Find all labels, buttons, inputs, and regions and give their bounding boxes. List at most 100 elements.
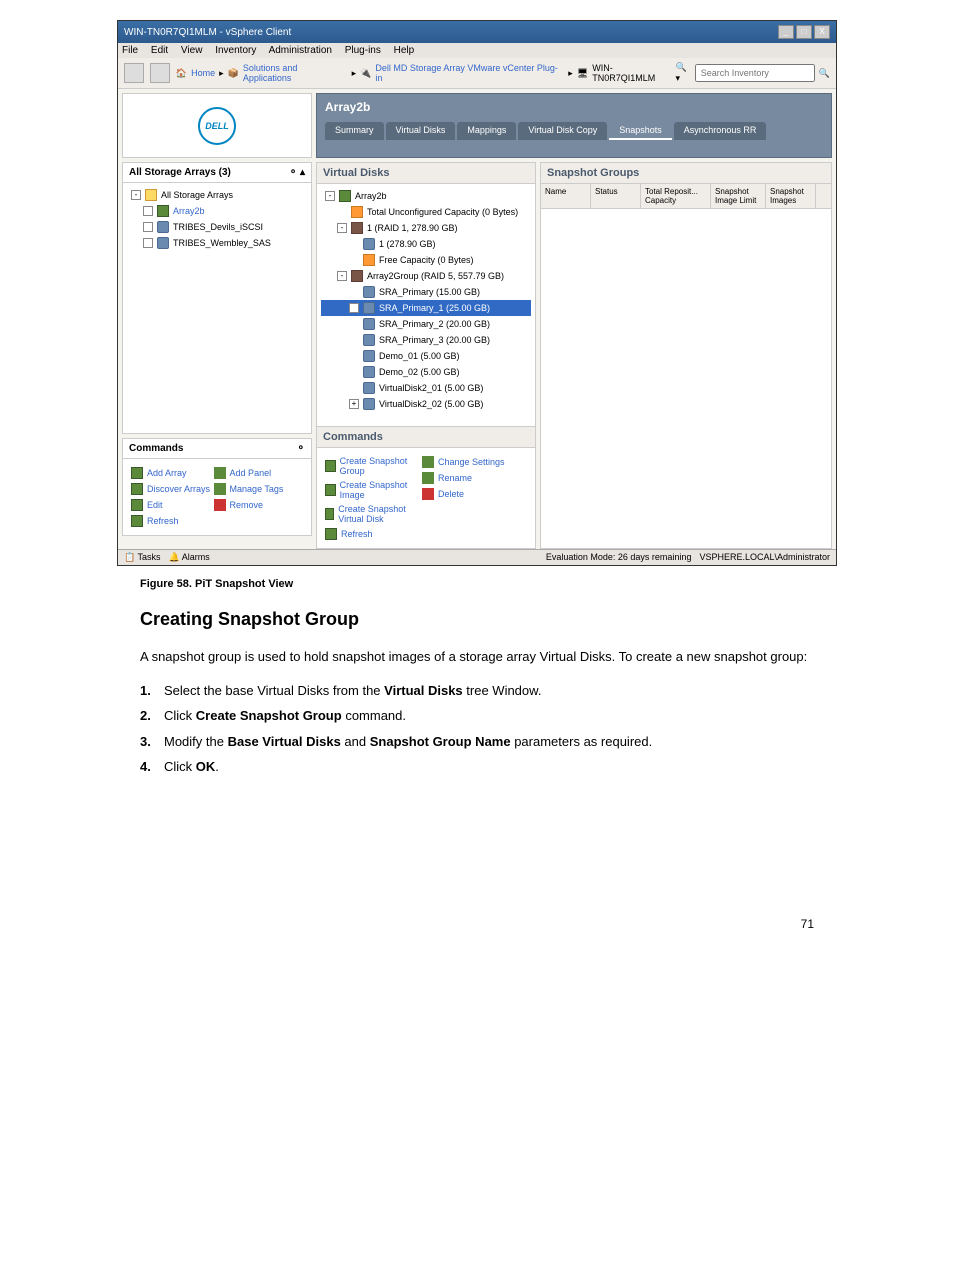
expander-icon[interactable]: [143, 222, 153, 232]
menu-plugins[interactable]: Plug-ins: [345, 45, 381, 56]
expander-icon[interactable]: +: [349, 303, 359, 313]
col-name[interactable]: Name: [541, 184, 591, 208]
tree-item[interactable]: -Array2b: [321, 188, 531, 204]
tree-item[interactable]: -Array2Group (RAID 5, 557.79 GB): [321, 268, 531, 284]
command-link[interactable]: Refresh: [131, 513, 214, 529]
cmd-icon: [131, 467, 143, 479]
expander-icon[interactable]: -: [337, 223, 347, 233]
expander-icon[interactable]: -: [325, 191, 335, 201]
tab-async-rr[interactable]: Asynchronous RR: [674, 122, 767, 140]
menu-inventory[interactable]: Inventory: [215, 45, 256, 56]
tree-item[interactable]: TRIBES_Devils_iSCSI: [127, 219, 307, 235]
tree-item[interactable]: 1 (278.90 GB): [321, 236, 531, 252]
menu-file[interactable]: File: [122, 45, 138, 56]
expander-icon[interactable]: -: [337, 271, 347, 281]
red-icon: [157, 237, 169, 249]
command-link[interactable]: Change Settings: [422, 454, 519, 470]
close-button[interactable]: X: [814, 25, 830, 39]
cmd-icon: [422, 456, 434, 468]
command-link[interactable]: Create Snapshot Image: [325, 478, 422, 502]
command-link[interactable]: Add Panel: [214, 465, 297, 481]
doc-step: 4.Click OK.: [140, 757, 814, 777]
nav-back-button[interactable]: [124, 63, 144, 83]
tab-mappings[interactable]: Mappings: [457, 122, 516, 140]
virtual-disks-title: Virtual Disks: [317, 163, 535, 184]
tree-item[interactable]: VirtualDisk2_01 (5.00 GB): [321, 380, 531, 396]
cmd-icon: [422, 472, 434, 484]
cmd-icon: [131, 515, 143, 527]
status-evaluation: Evaluation Mode: 26 days remaining: [546, 552, 692, 563]
menu-edit[interactable]: Edit: [151, 45, 168, 56]
expander-icon[interactable]: [143, 206, 153, 216]
page-number: 71: [20, 917, 814, 931]
breadcrumb-home[interactable]: Home: [191, 68, 215, 78]
command-link[interactable]: Edit: [131, 497, 214, 513]
menu-help[interactable]: Help: [394, 45, 415, 56]
disk-icon: [363, 286, 375, 298]
menu-view[interactable]: View: [181, 45, 203, 56]
right-commands-title: Commands: [317, 427, 535, 448]
col-images[interactable]: Snapshot Images: [766, 184, 816, 208]
search-icon[interactable]: 🔍: [819, 68, 830, 79]
tree-item[interactable]: Demo_02 (5.00 GB): [321, 364, 531, 380]
tab-virtual-disks[interactable]: Virtual Disks: [386, 122, 456, 140]
home-icon[interactable]: 🏠: [176, 68, 187, 79]
command-link[interactable]: Refresh: [325, 526, 422, 542]
statusbar: 📋 Tasks 🔔 Alarms Evaluation Mode: 26 day…: [118, 549, 836, 565]
tree-item[interactable]: -1 (RAID 1, 278.90 GB): [321, 220, 531, 236]
tree-item[interactable]: Total Unconfigured Capacity (0 Bytes): [321, 204, 531, 220]
expander-icon[interactable]: +: [349, 399, 359, 409]
expander-icon[interactable]: -: [131, 190, 141, 200]
snapshot-table-header: Name Status Total Reposit... Capacity Sn…: [541, 184, 831, 209]
tab-virtual-disk-copy[interactable]: Virtual Disk Copy: [518, 122, 607, 140]
search-picker-icon[interactable]: 🔍▾: [675, 62, 690, 84]
tree-item[interactable]: Demo_01 (5.00 GB): [321, 348, 531, 364]
disk-icon: [363, 382, 375, 394]
tab-summary[interactable]: Summary: [325, 122, 384, 140]
command-link[interactable]: Add Array: [131, 465, 214, 481]
col-status[interactable]: Status: [591, 184, 641, 208]
status-tasks[interactable]: 📋 Tasks: [124, 552, 161, 563]
tree-item[interactable]: SRA_Primary_3 (20.00 GB): [321, 332, 531, 348]
menu-administration[interactable]: Administration: [269, 45, 332, 56]
panel-collapse-icon[interactable]: ⚬: [297, 443, 305, 454]
command-link[interactable]: Create Snapshot Group: [325, 454, 422, 478]
tree-item[interactable]: -All Storage Arrays: [127, 187, 307, 203]
red-icon: [157, 221, 169, 233]
snapshot-groups-title: Snapshot Groups: [541, 163, 831, 184]
command-link[interactable]: Rename: [422, 470, 519, 486]
cmd-icon: [325, 528, 337, 540]
command-link[interactable]: Remove: [214, 497, 297, 513]
tree-item[interactable]: SRA_Primary_2 (20.00 GB): [321, 316, 531, 332]
doc-section: Creating Snapshot Group A snapshot group…: [140, 606, 814, 777]
cmd-icon: [214, 467, 226, 479]
tree-item[interactable]: Array2b: [127, 203, 307, 219]
command-link[interactable]: Delete: [422, 486, 519, 502]
orange-icon: [351, 206, 363, 218]
menubar: File Edit View Inventory Administration …: [118, 43, 836, 58]
disk-icon: [363, 398, 375, 410]
col-capacity[interactable]: Total Reposit... Capacity: [641, 184, 711, 208]
tree-item[interactable]: TRIBES_Wembley_SAS: [127, 235, 307, 251]
breadcrumb-plugin[interactable]: Dell MD Storage Array VMware vCenter Plu…: [375, 63, 564, 83]
titlebar: WIN-TN0R7QI1MLM - vSphere Client _ □ X: [118, 21, 836, 43]
breadcrumb-solutions[interactable]: Solutions and Applications: [243, 63, 348, 83]
tab-snapshots[interactable]: Snapshots: [609, 122, 672, 140]
status-alarms[interactable]: 🔔 Alarms: [169, 552, 210, 563]
command-link[interactable]: Manage Tags: [214, 481, 297, 497]
disk-icon: [363, 350, 375, 362]
search-input[interactable]: [695, 64, 815, 82]
tree-item[interactable]: SRA_Primary (15.00 GB): [321, 284, 531, 300]
nav-forward-button[interactable]: [150, 63, 170, 83]
expander-icon[interactable]: [143, 238, 153, 248]
minimize-button[interactable]: _: [778, 25, 794, 39]
doc-step: 1.Select the base Virtual Disks from the…: [140, 681, 814, 701]
tree-item[interactable]: +SRA_Primary_1 (25.00 GB): [321, 300, 531, 316]
command-link[interactable]: Create Snapshot Virtual Disk: [325, 502, 422, 526]
tree-item[interactable]: Free Capacity (0 Bytes): [321, 252, 531, 268]
tree-item[interactable]: +VirtualDisk2_02 (5.00 GB): [321, 396, 531, 412]
command-link[interactable]: Discover Arrays: [131, 481, 214, 497]
panel-sort-icon[interactable]: ⚬ ▴: [289, 167, 305, 178]
col-limit[interactable]: Snapshot Image Limit: [711, 184, 766, 208]
maximize-button[interactable]: □: [796, 25, 812, 39]
